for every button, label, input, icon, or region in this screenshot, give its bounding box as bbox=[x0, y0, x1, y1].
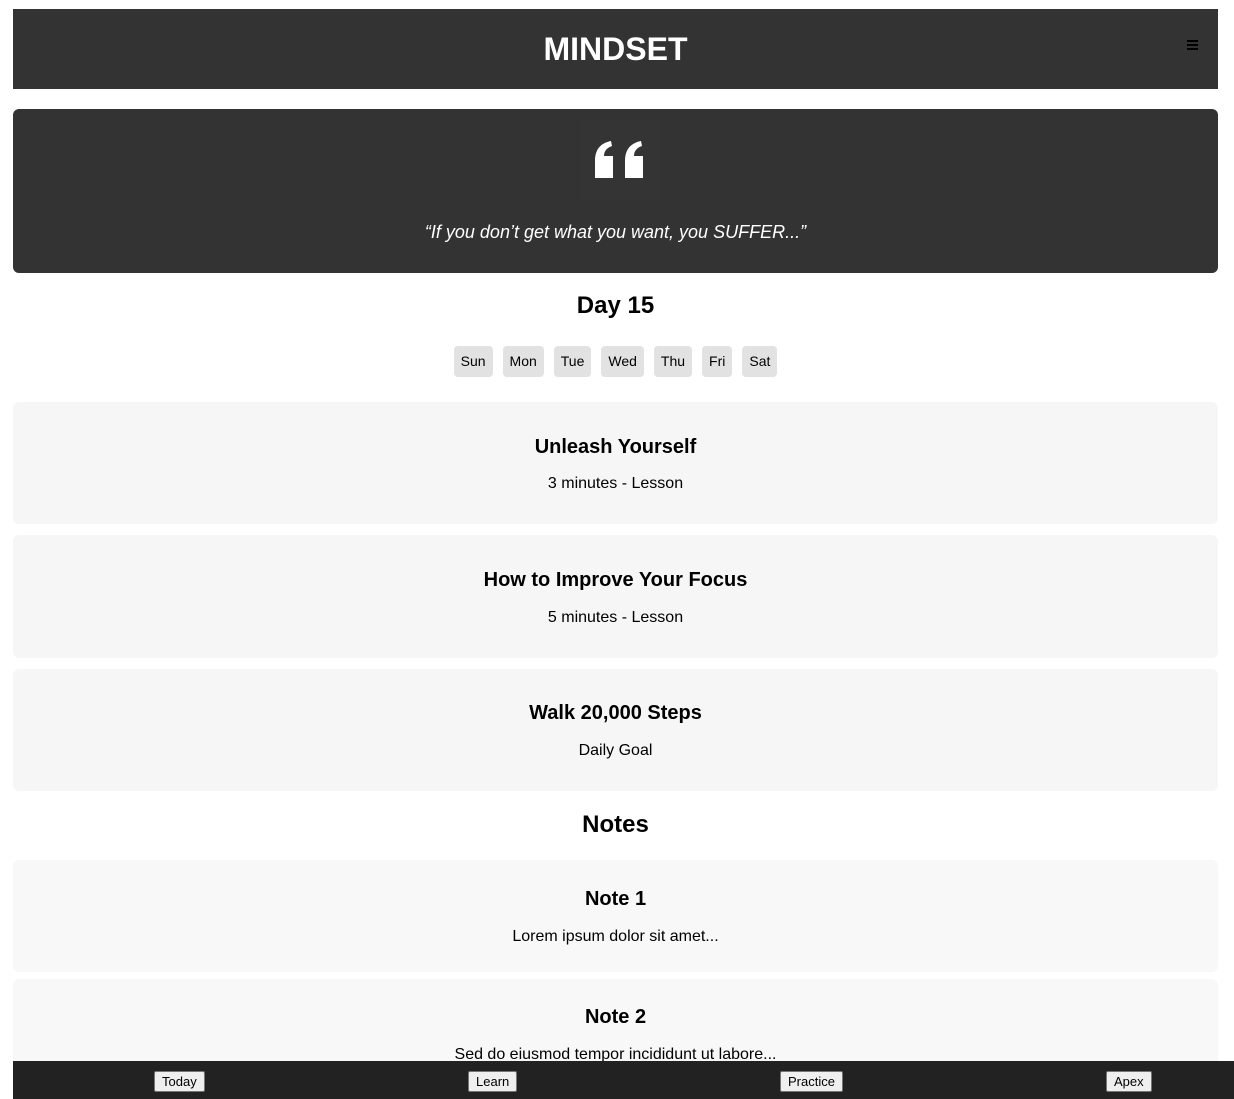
notes-heading: Notes bbox=[582, 811, 649, 838]
task-title: Unleash Yourself bbox=[534, 436, 697, 458]
task-card[interactable]: How to Improve Your Focus 5 minutes - Le… bbox=[13, 535, 1218, 658]
quote-card: “If you don’t get what you want, you SUF… bbox=[13, 109, 1218, 273]
weekday-button-tue[interactable]: Tue bbox=[553, 346, 592, 377]
nav-learn-button[interactable]: Learn bbox=[468, 1071, 518, 1092]
nav-today-button[interactable]: Today bbox=[154, 1071, 205, 1092]
weekday-button-fri[interactable]: Fri bbox=[702, 346, 733, 377]
task-subtitle: Daily Goal bbox=[578, 742, 653, 759]
weekday-button-sun[interactable]: Sun bbox=[453, 346, 493, 377]
note-body: Lorem ipsum dolor sit amet... bbox=[512, 928, 719, 945]
hamburger-menu-icon[interactable] bbox=[1187, 40, 1201, 54]
app-title: MINDSET bbox=[543, 30, 688, 67]
weekday-button-wed[interactable]: Wed bbox=[601, 346, 644, 377]
note-title: Note 1 bbox=[584, 888, 647, 910]
weekday-button-thu[interactable]: Thu bbox=[653, 346, 693, 377]
task-subtitle: 3 minutes - Lesson bbox=[547, 475, 684, 492]
note-title: Note 2 bbox=[584, 1006, 647, 1028]
task-card[interactable]: Unleash Yourself 3 minutes - Lesson bbox=[13, 402, 1218, 524]
nav-practice-button[interactable]: Practice bbox=[780, 1071, 843, 1092]
app-header: MINDSET bbox=[13, 9, 1218, 89]
note-card[interactable]: Note 1 Lorem ipsum dolor sit amet... bbox=[13, 860, 1218, 972]
nav-apex-button[interactable]: Apex bbox=[1106, 1071, 1152, 1092]
task-title: Walk 20,000 Steps bbox=[529, 702, 702, 724]
task-card[interactable]: Walk 20,000 Steps Daily Goal bbox=[13, 669, 1218, 791]
day-title: Day 15 bbox=[576, 292, 655, 319]
weekday-button-sat[interactable]: Sat bbox=[742, 346, 778, 377]
bottom-navigation: Today Learn Practice Apex bbox=[13, 1061, 1234, 1099]
weekday-selector: Sun Mon Tue Wed Thu Fri Sat bbox=[13, 346, 1218, 377]
quote-mark-icon bbox=[581, 121, 661, 201]
app-page: MINDSET “If you don’t get what you want,… bbox=[0, 0, 1234, 1099]
task-subtitle: 5 minutes - Lesson bbox=[547, 609, 684, 626]
daily-quote: “If you don’t get what you want, you SUF… bbox=[424, 222, 807, 242]
task-title: How to Improve Your Focus bbox=[483, 569, 748, 591]
weekday-button-mon[interactable]: Mon bbox=[502, 346, 544, 377]
